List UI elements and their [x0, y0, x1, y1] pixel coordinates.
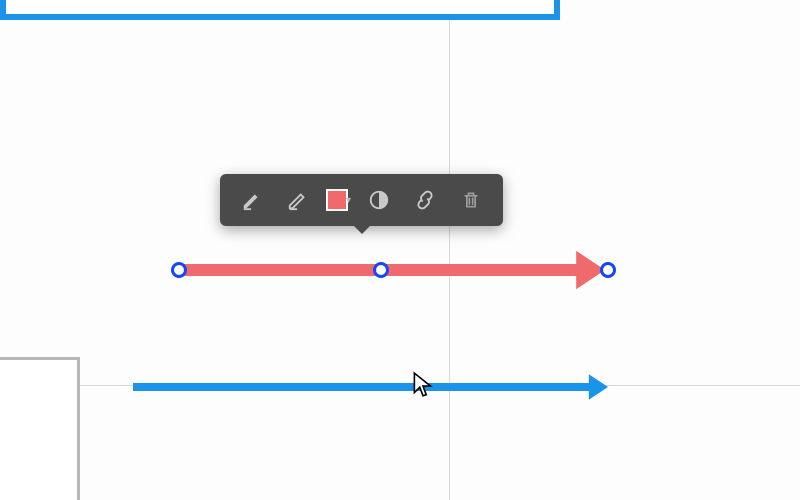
selection-handle[interactable] [600, 262, 616, 278]
shape-context-toolbar: ▾ [220, 174, 503, 226]
red-arrow-shape[interactable] [159, 244, 625, 296]
opacity-button[interactable] [361, 182, 397, 218]
drawing-canvas[interactable]: ▾ [0, 0, 800, 500]
caret-down-icon: ▾ [346, 195, 351, 206]
stroke-color-button[interactable] [280, 182, 316, 218]
blue-rectangle-shape[interactable] [0, 0, 560, 20]
arrow-svg [159, 244, 625, 296]
fill-color-swatch [326, 189, 348, 211]
link-icon [414, 189, 436, 211]
grey-rectangle-shape[interactable] [0, 357, 80, 500]
selection-handle[interactable] [171, 262, 187, 278]
blue-arrow-shape[interactable] [113, 363, 628, 411]
fill-color-button[interactable]: ▾ [326, 189, 351, 211]
pencil-fill-icon [241, 189, 263, 211]
pencil-outline-icon [287, 189, 309, 211]
link-button[interactable] [407, 182, 443, 218]
half-circle-icon [368, 189, 390, 211]
selection-handle[interactable] [373, 262, 389, 278]
arrow-svg [113, 363, 628, 411]
stroke-style-button[interactable] [234, 182, 270, 218]
trash-icon [461, 189, 481, 211]
delete-button[interactable] [453, 182, 489, 218]
